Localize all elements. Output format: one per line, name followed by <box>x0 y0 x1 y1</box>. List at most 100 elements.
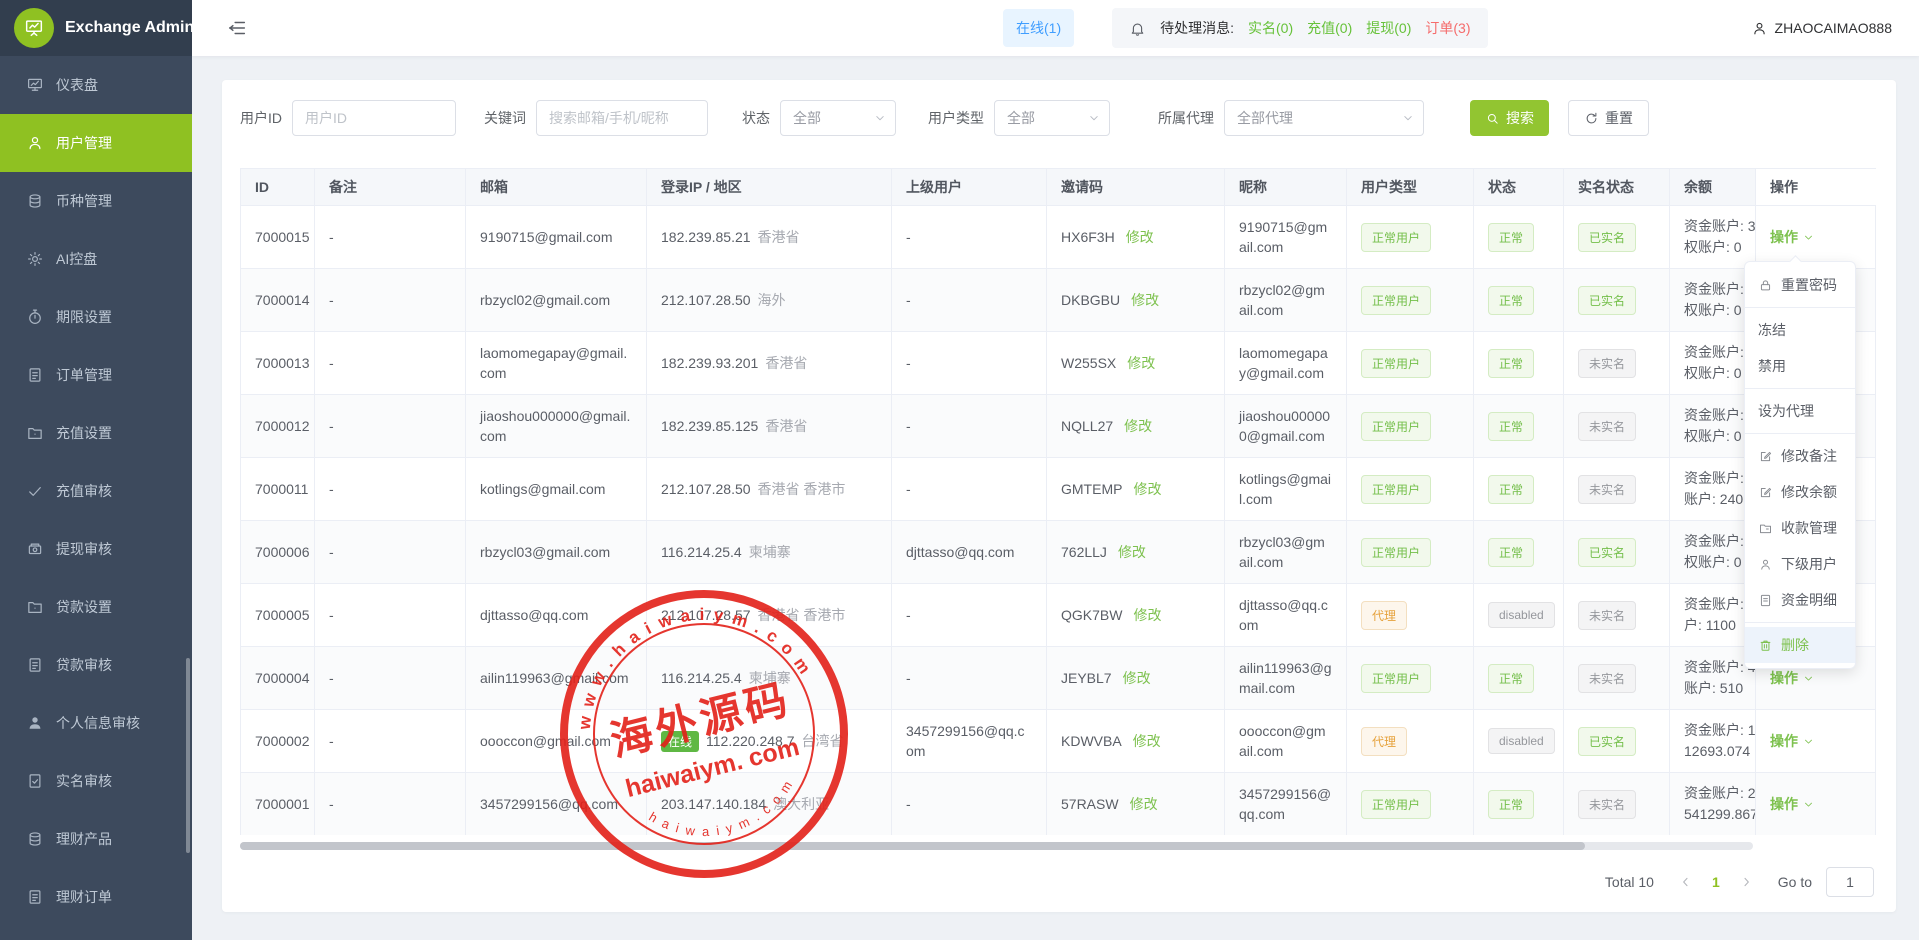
kyc-badge: 未实名 <box>1578 601 1636 630</box>
message-count-4[interactable]: 订单(3) <box>1425 18 1470 38</box>
row-action-button[interactable]: 操作 <box>1770 668 1815 688</box>
cell-remark: - <box>315 332 466 394</box>
modify-invite-link[interactable]: 修改 <box>1133 479 1161 499</box>
cell-remark: - <box>315 647 466 709</box>
dropdown-item-9[interactable]: 资金明细 <box>1745 582 1855 618</box>
cell-balance: 资金账户: 26541299.8675 <box>1670 773 1756 835</box>
goto-page-input[interactable] <box>1826 867 1874 897</box>
dropdown-item-6[interactable]: 修改余额 <box>1745 474 1855 510</box>
collapse-menu-icon[interactable] <box>226 17 248 39</box>
cell-actions: 操作 <box>1756 710 1877 772</box>
modify-invite-link[interactable]: 修改 <box>1130 794 1158 814</box>
dropdown-item-10[interactable]: 删除 <box>1745 627 1855 663</box>
trash-icon <box>1758 638 1773 653</box>
sidebar-item-label: 充值审核 <box>56 481 112 501</box>
current-page[interactable]: 1 <box>1712 874 1720 890</box>
modify-invite-link[interactable]: 修改 <box>1123 668 1151 688</box>
modify-invite-link[interactable]: 修改 <box>1133 731 1161 751</box>
withdraw-icon <box>26 540 44 558</box>
sidebar-item-8[interactable]: 充值审核 <box>0 462 192 520</box>
search-button[interactable]: 搜索 <box>1470 100 1549 136</box>
sidebar-item-16[interactable]: 公告管理 <box>0 926 192 940</box>
cell-status: 正常 <box>1474 521 1564 583</box>
doc-check-icon <box>26 772 44 790</box>
sidebar-item-1[interactable]: 仪表盘 <box>0 56 192 114</box>
cell-parent-user: - <box>892 332 1047 394</box>
dropdown-item-7[interactable]: 收款管理 <box>1745 510 1855 546</box>
modify-invite-link[interactable]: 修改 <box>1131 290 1159 310</box>
cell-parent-user: - <box>892 206 1047 268</box>
dropdown-item-2[interactable]: 冻结 <box>1745 312 1855 348</box>
sidebar-item-6[interactable]: 订单管理 <box>0 346 192 404</box>
dropdown-item-3[interactable]: 禁用 <box>1745 348 1855 384</box>
cell-invite-code: GMTEMP修改 <box>1047 458 1225 520</box>
user-type-badge: 代理 <box>1361 601 1407 630</box>
message-count-3[interactable]: 提现(0) <box>1366 18 1411 38</box>
cell-login-ip: 212.107.28.50海外 <box>647 269 892 331</box>
cell-kyc-status: 未实名 <box>1564 332 1670 394</box>
column-header: 余额 <box>1670 169 1756 205</box>
content-area: 用户ID 关键词 状态 全部 用户 <box>192 56 1919 940</box>
sidebar-item-5[interactable]: 期限设置 <box>0 288 192 346</box>
user-type-badge: 正常用户 <box>1361 538 1431 567</box>
main-area: 在线(1) 待处理消息: 实名(0)充值(0)提现(0)订单(3) ZHAOCA… <box>192 0 1919 940</box>
dropdown-item-8[interactable]: 下级用户 <box>1745 546 1855 582</box>
user-type-select[interactable]: 全部 <box>994 100 1110 136</box>
modify-invite-link[interactable]: 修改 <box>1118 542 1146 562</box>
chevron-down-icon <box>1802 231 1815 244</box>
kyc-badge: 未实名 <box>1578 349 1636 378</box>
keyword-input[interactable] <box>536 100 708 136</box>
sidebar-scrollbar[interactable] <box>186 658 190 853</box>
cell-id: 7000012 <box>241 395 315 457</box>
cell-parent-user: - <box>892 458 1047 520</box>
agent-select-value: 全部代理 <box>1237 108 1293 128</box>
sidebar-item-2[interactable]: 用户管理 <box>0 114 192 172</box>
sidebar-item-4[interactable]: AI控盘 <box>0 230 192 288</box>
agent-select[interactable]: 全部代理 <box>1224 100 1424 136</box>
status-badge: 正常 <box>1488 538 1534 567</box>
chevron-down-icon <box>1802 735 1815 748</box>
edit-icon <box>1758 485 1773 500</box>
sidebar-item-3[interactable]: 币种管理 <box>0 172 192 230</box>
row-action-button[interactable]: 操作 <box>1770 731 1815 751</box>
table-horizontal-scrollbar[interactable] <box>240 842 1585 850</box>
user-type-badge: 正常用户 <box>1361 223 1431 252</box>
cell-user-type: 正常用户 <box>1347 269 1474 331</box>
user-id-input[interactable] <box>292 100 456 136</box>
dropdown-item-4[interactable]: 设为代理 <box>1745 393 1855 429</box>
user-menu[interactable]: ZHAOCAIMAO888 <box>1751 20 1892 37</box>
sidebar-item-10[interactable]: 贷款设置 <box>0 578 192 636</box>
cell-user-type: 代理 <box>1347 710 1474 772</box>
table-horizontal-scrollbar-track <box>240 842 1753 850</box>
message-count-1[interactable]: 实名(0) <box>1248 18 1293 38</box>
modify-invite-link[interactable]: 修改 <box>1124 416 1152 436</box>
invite-code: HX6F3H <box>1061 229 1115 245</box>
coins-icon <box>26 830 44 848</box>
modify-invite-link[interactable]: 修改 <box>1126 227 1154 247</box>
modify-invite-link[interactable]: 修改 <box>1127 353 1155 373</box>
cell-id: 7000005 <box>241 584 315 646</box>
sidebar-item-12[interactable]: 个人信息审核 <box>0 694 192 752</box>
dropdown-item-5[interactable]: 修改备注 <box>1745 438 1855 474</box>
dropdown-item-1[interactable]: 重置密码 <box>1745 267 1855 303</box>
cell-email: oooccon@gmail.com <box>466 710 647 772</box>
sidebar-item-11[interactable]: 贷款审核 <box>0 636 192 694</box>
row-action-button[interactable]: 操作 <box>1770 227 1815 247</box>
column-header: 状态 <box>1474 169 1564 205</box>
status-select[interactable]: 全部 <box>780 100 896 136</box>
reset-button[interactable]: 重置 <box>1568 100 1649 136</box>
sidebar-item-14[interactable]: 理财产品 <box>0 810 192 868</box>
cell-kyc-status: 已实名 <box>1564 521 1670 583</box>
row-action-button[interactable]: 操作 <box>1770 794 1815 814</box>
message-count-2[interactable]: 充值(0) <box>1307 18 1352 38</box>
online-badge[interactable]: 在线(1) <box>1003 9 1074 47</box>
sidebar-item-9[interactable]: 提现审核 <box>0 520 192 578</box>
sidebar-item-15[interactable]: 理财订单 <box>0 868 192 926</box>
sidebar-item-13[interactable]: 实名审核 <box>0 752 192 810</box>
prev-page-button[interactable] <box>1678 874 1694 890</box>
column-header: 实名状态 <box>1564 169 1670 205</box>
next-page-button[interactable] <box>1738 874 1754 890</box>
sidebar-item-7[interactable]: 充值设置 <box>0 404 192 462</box>
modify-invite-link[interactable]: 修改 <box>1133 605 1161 625</box>
cell-email: 3457299156@qq.com <box>466 773 647 835</box>
